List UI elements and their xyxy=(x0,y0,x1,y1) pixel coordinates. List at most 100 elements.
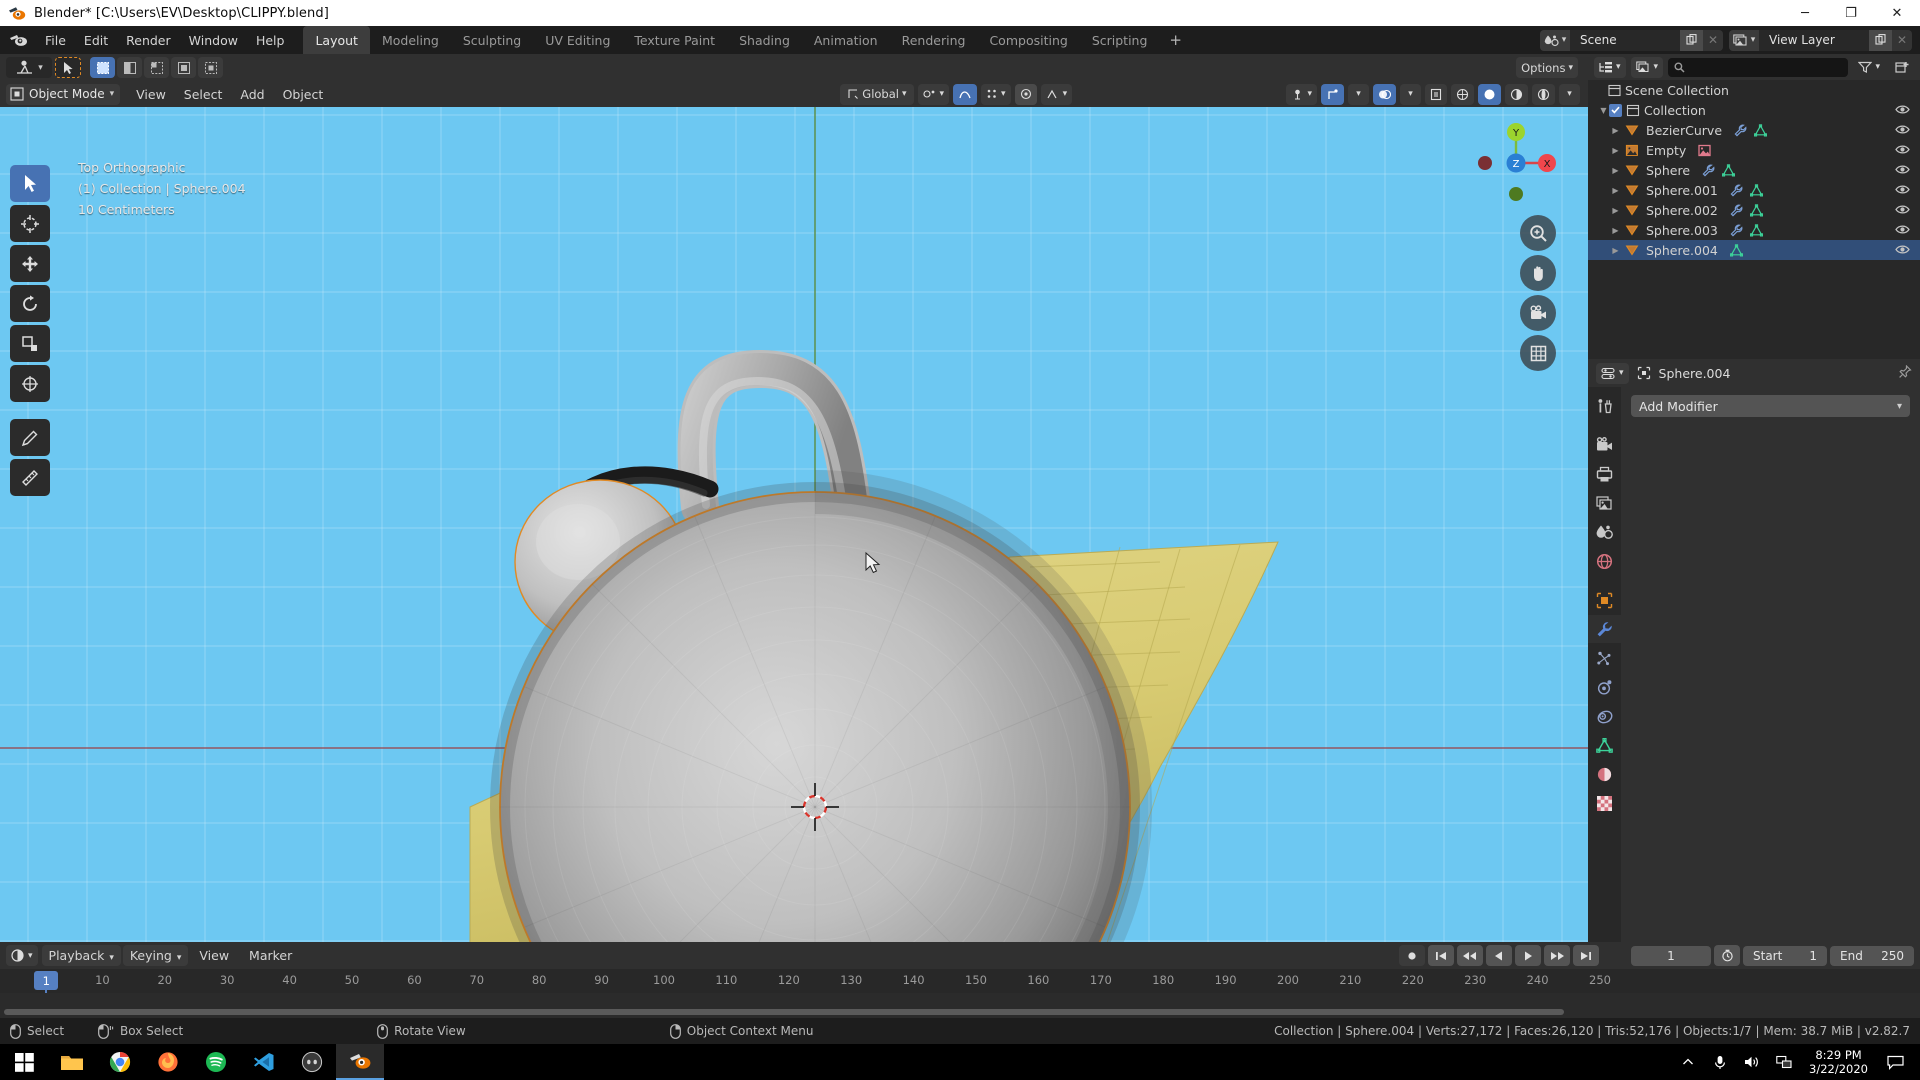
add-workspace-button[interactable]: + xyxy=(1159,26,1192,54)
modifier-icon[interactable] xyxy=(1734,124,1747,137)
spotify-icon[interactable] xyxy=(192,1044,240,1080)
pin-icon[interactable] xyxy=(1898,364,1912,383)
properties-scene-tab[interactable] xyxy=(1588,518,1621,546)
visibility-eye-icon[interactable] xyxy=(1895,183,1910,198)
grid-icon[interactable] xyxy=(1520,335,1556,371)
notification-icon[interactable] xyxy=(1878,1044,1912,1080)
shading-rendered-button[interactable] xyxy=(1532,84,1555,105)
disclosure-arrow[interactable]: ▶ xyxy=(1610,166,1621,175)
shading-dropdown[interactable]: ▾ xyxy=(1559,84,1580,105)
outliner-row-sphere-001[interactable]: ▶Sphere.001 xyxy=(1588,180,1920,200)
properties-physics-tab[interactable] xyxy=(1588,673,1621,701)
visibility-eye-icon[interactable] xyxy=(1895,243,1910,258)
workspace-tab-sculpting[interactable]: Sculpting xyxy=(451,26,533,54)
menu-file[interactable]: File xyxy=(36,30,75,51)
modifier-icon[interactable] xyxy=(1730,184,1743,197)
file-explorer-icon[interactable] xyxy=(48,1044,96,1080)
visibility-eye-icon[interactable] xyxy=(1895,163,1910,178)
modifier-icon[interactable] xyxy=(1730,204,1743,217)
visibility-eye-icon[interactable] xyxy=(1895,123,1910,138)
workspace-tab-uv-editing[interactable]: UV Editing xyxy=(533,26,622,54)
collection-checkbox[interactable] xyxy=(1609,104,1622,117)
play-button[interactable] xyxy=(1515,945,1541,966)
disclosure-arrow[interactable]: ▶ xyxy=(1610,146,1621,155)
mesh-data-icon[interactable] xyxy=(1750,224,1763,237)
outliner-row-scene-collection[interactable]: Scene Collection xyxy=(1588,80,1920,100)
outliner-editor-type-button[interactable]: ▾ xyxy=(1594,57,1626,78)
blender-icon[interactable] xyxy=(336,1044,384,1080)
mesh-data-icon[interactable] xyxy=(1722,164,1735,177)
workspace-tab-shading[interactable]: Shading xyxy=(727,26,802,54)
snap-dropdown[interactable]: ▾ xyxy=(918,84,950,105)
proportional-falloff-dropdown[interactable]: ▾ xyxy=(981,84,1011,105)
select-subtract-button[interactable] xyxy=(144,57,169,78)
visibility-eye-icon[interactable] xyxy=(1895,223,1910,238)
timeline-track-area[interactable] xyxy=(0,993,1920,1018)
disclosure-arrow[interactable]: ▶ xyxy=(1610,206,1621,215)
proportional-edit-button[interactable] xyxy=(953,84,977,105)
transform-tool-icon[interactable] xyxy=(10,365,50,402)
taskbar-clock[interactable]: 8:29 PM 3/22/2020 xyxy=(1801,1048,1876,1076)
minimize-button[interactable]: ─ xyxy=(1782,0,1828,26)
collection-disclosure-arrow[interactable]: ▼ xyxy=(1598,106,1609,115)
zoom-icon[interactable] xyxy=(1520,215,1556,251)
outliner-row-collection[interactable]: ▼ Collection xyxy=(1588,100,1920,120)
viewport-canvas[interactable]: Top Orthographic (1) Collection | Sphere… xyxy=(0,107,1588,994)
gizmo-toggle-button[interactable] xyxy=(1321,84,1344,105)
chevron-up-icon[interactable] xyxy=(1673,1044,1703,1080)
tweak-tool-button[interactable] xyxy=(55,57,81,78)
mesh-data-icon[interactable] xyxy=(1750,184,1763,197)
timeline-menu-view[interactable]: View xyxy=(190,945,238,966)
annotate-tool-icon[interactable] xyxy=(10,419,50,456)
jump-to-next-keyframe-button[interactable] xyxy=(1544,945,1570,966)
falloff-curve-dropdown[interactable]: ▾ xyxy=(1041,84,1073,105)
active-tool-icon[interactable]: ▾ xyxy=(6,57,52,78)
select-intersect-button[interactable] xyxy=(198,57,223,78)
chrome-icon[interactable] xyxy=(96,1044,144,1080)
mode-selector[interactable]: Object Mode ▾ xyxy=(6,84,120,105)
shading-material-button[interactable] xyxy=(1505,84,1528,105)
properties-modifier-tab[interactable] xyxy=(1588,615,1621,643)
properties-material-tab[interactable] xyxy=(1588,760,1621,788)
shading-solid-button[interactable] xyxy=(1478,84,1501,105)
rotate-tool-icon[interactable] xyxy=(10,285,50,322)
timeline-editor-type-button[interactable]: ▾ xyxy=(6,945,38,966)
properties-editor-type-button[interactable]: ▾ xyxy=(1596,363,1629,384)
outliner-search-input[interactable] xyxy=(1668,58,1848,77)
properties-tool-tab[interactable] xyxy=(1588,392,1621,420)
visibility-eye-icon[interactable] xyxy=(1895,203,1910,218)
timeline-playhead[interactable]: 1 xyxy=(34,971,58,990)
maximize-button[interactable]: ❐ xyxy=(1828,0,1874,26)
unlink-scene-button[interactable]: ✕ xyxy=(1703,30,1723,51)
firefox-icon[interactable] xyxy=(144,1044,192,1080)
shading-wireframe-button[interactable] xyxy=(1451,84,1474,105)
transform-orientation-dropdown[interactable]: Global ▾ xyxy=(840,84,913,105)
move-tool-icon[interactable] xyxy=(10,245,50,282)
properties-object-tab[interactable] xyxy=(1588,586,1621,614)
scene-selector[interactable]: ▾ Scene ✕ xyxy=(1540,30,1723,51)
outliner-filter-button[interactable]: ▾ xyxy=(1853,57,1885,78)
scale-tool-icon[interactable] xyxy=(10,325,50,362)
outliner-row-sphere-002[interactable]: ▶Sphere.002 xyxy=(1588,200,1920,220)
viewport-menu-view[interactable]: View xyxy=(127,84,175,105)
menu-render[interactable]: Render xyxy=(117,30,180,51)
overlays-dropdown[interactable]: ▾ xyxy=(1400,84,1421,105)
snap-target-button[interactable] xyxy=(1015,84,1037,105)
timeline-menu-marker[interactable]: Marker xyxy=(240,945,301,966)
properties-data-tab[interactable] xyxy=(1588,731,1621,759)
disclosure-arrow[interactable]: ▶ xyxy=(1610,226,1621,235)
add-modifier-button[interactable]: Add Modifier ▾ xyxy=(1631,395,1910,417)
menu-window[interactable]: Window xyxy=(180,30,247,51)
xray-toggle-button[interactable] xyxy=(1425,84,1447,105)
workspace-tab-animation[interactable]: Animation xyxy=(802,26,890,54)
workspace-tab-texture-paint[interactable]: Texture Paint xyxy=(622,26,727,54)
timeline-ruler[interactable]: 1020304050607080901001101201301401501601… xyxy=(0,969,1920,993)
frame-end-field[interactable]: End250 xyxy=(1830,946,1914,966)
vscode-icon[interactable] xyxy=(240,1044,288,1080)
disclosure-arrow[interactable]: ▶ xyxy=(1610,186,1621,195)
workspace-tab-modeling[interactable]: Modeling xyxy=(370,26,451,54)
disclosure-arrow[interactable]: ▶ xyxy=(1610,246,1621,255)
collection-visibility-icon[interactable] xyxy=(1895,103,1910,118)
mesh-data-icon[interactable] xyxy=(1730,244,1743,257)
workspace-tab-layout[interactable]: Layout xyxy=(303,26,370,54)
